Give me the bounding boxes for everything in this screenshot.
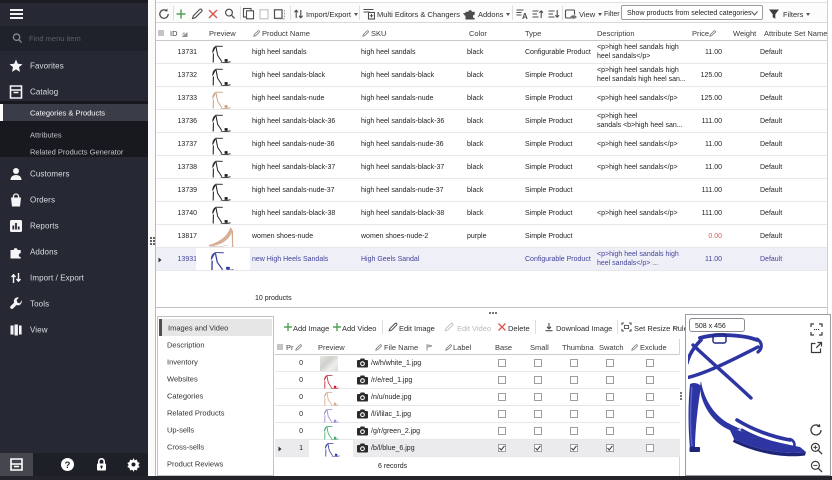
svg-text:A: A bbox=[522, 12, 528, 20]
svg-text:?: ? bbox=[65, 460, 71, 471]
